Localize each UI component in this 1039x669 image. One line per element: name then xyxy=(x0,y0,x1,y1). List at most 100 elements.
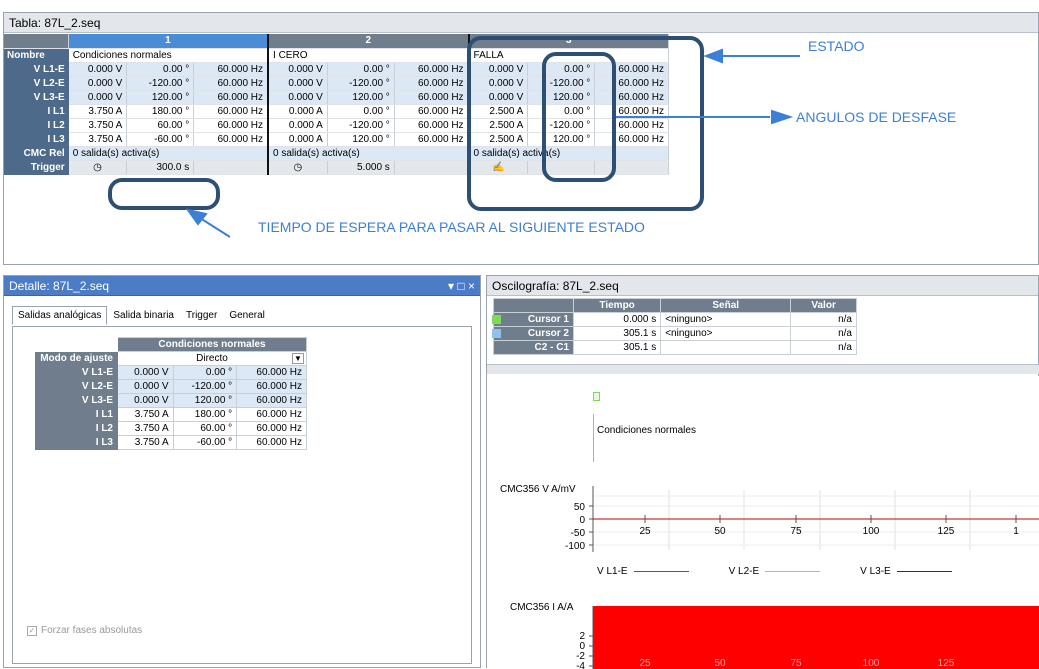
detalle-state-header: Condiciones normales xyxy=(117,337,307,352)
row-header: V L3-E xyxy=(35,393,118,408)
cursor-swatch xyxy=(492,315,501,324)
legend-label: V L2-E xyxy=(728,566,760,577)
detalle-panel: Detalle: 87L_2.seq ▾ □ × Salidas analógi… xyxy=(3,275,481,668)
cursor-row[interactable]: C2 - C1 305.1 s n/a xyxy=(492,340,857,355)
x-tick-label: 1 xyxy=(1013,526,1019,537)
table-row: I L1 3.750 A 180.00 ° 60.000 Hz xyxy=(35,407,307,422)
detalle-titlebar: Detalle: 87L_2.seq ▾ □ × xyxy=(4,276,480,296)
table-row: V L2-E 0.000 V -120.00 ° 60.000 Hz xyxy=(35,379,307,394)
table-cell[interactable]: 0.000 V xyxy=(117,393,174,408)
y-tick-label: 0 xyxy=(579,515,585,526)
table-cell[interactable]: 60.000 Hz xyxy=(236,421,307,436)
table-cell[interactable]: 60.000 Hz xyxy=(236,365,307,380)
i-plot: 20-2-4 25 50 75 100 125 xyxy=(576,606,1039,669)
cursor-row[interactable]: Cursor 1 0.000 s <ninguno> n/a xyxy=(492,312,857,327)
table-cell[interactable]: 3.750 A xyxy=(117,407,174,422)
annotation-tiempo: TIEMPO DE ESPERA PARA PASAR AL SIGUIENTE… xyxy=(258,219,645,235)
row-header: I L2 xyxy=(35,421,118,436)
table-cell[interactable]: 0.000 V xyxy=(117,365,174,380)
cursor-table[interactable]: Tiempo Señal Valor Cursor 1 0.000 s <ninguno… xyxy=(492,298,857,355)
legend-label: V L1-E xyxy=(597,566,628,577)
forzar-fases[interactable]: ✓ Forzar fases absolutas xyxy=(27,625,142,636)
state-band-label: Condiciones normales xyxy=(597,425,696,436)
modo-label: Modo de ajuste xyxy=(35,351,118,366)
x-tick-label: 50 xyxy=(714,658,726,669)
osc-plot-area: Condiciones normales CMC356 V A/mV 50 0 -5… xyxy=(487,376,1039,669)
table-cell[interactable]: 0.000 V xyxy=(117,379,174,394)
table-row: V L3-E 0.000 V 120.00 ° 60.000 Hz xyxy=(35,393,307,408)
modo-select[interactable]: Directo ▼ xyxy=(117,351,307,366)
annotation-angulos: ANGULOS DE DESFASE xyxy=(796,109,957,125)
cursor-name: C2 - C1 xyxy=(534,342,569,353)
table-cell[interactable]: 180.00 ° xyxy=(172,407,238,422)
cursor-value: n/a xyxy=(790,326,857,341)
legend-item: V L2-E xyxy=(729,566,821,577)
cursor-signal[interactable] xyxy=(660,340,792,355)
detalle-table[interactable]: Condiciones normales Modo de ajuste Dire… xyxy=(35,337,307,450)
window-controls[interactable]: ▾ □ × xyxy=(448,279,475,293)
table-cell[interactable]: -120.00 ° xyxy=(172,379,238,394)
table-row: V L1-E 0.000 V 0.00 ° 60.000 Hz xyxy=(35,365,307,380)
table-cell[interactable]: 120.00 ° xyxy=(172,393,238,408)
table-cell[interactable]: 0.00 ° xyxy=(172,365,238,380)
osc-title: Oscilografía: 87L_2.seq xyxy=(487,276,1038,296)
x-tick-label: 100 xyxy=(863,658,880,669)
v-plot: 50 0 -50 -100 25 50 75 100 125 1 xyxy=(565,486,1039,552)
table-row: I L3 3.750 A -60.00 ° 60.000 Hz xyxy=(35,435,307,450)
row-header: I L3 xyxy=(35,435,118,450)
table-cell[interactable]: 3.750 A xyxy=(117,421,174,436)
cursor-signal[interactable]: <ninguno> xyxy=(660,326,792,341)
table-cell[interactable]: 60.000 Hz xyxy=(236,379,307,394)
salidas-analogicas-body: Condiciones normales Modo de ajuste Dire… xyxy=(12,326,472,664)
table-row: I L2 3.750 A 60.00 ° 60.000 Hz xyxy=(35,421,307,436)
cursor-time[interactable]: 305.1 s xyxy=(572,340,662,355)
table-cell[interactable]: 60.000 Hz xyxy=(236,407,307,422)
x-tick-label: 75 xyxy=(790,526,802,537)
row-header: I L1 xyxy=(35,407,118,422)
row-header: V L1-E xyxy=(35,365,118,380)
detalle-title: Detalle: 87L_2.seq xyxy=(9,279,110,293)
cursor-time[interactable]: 305.1 s xyxy=(572,326,662,341)
cursor-name: Cursor 1 xyxy=(527,314,569,325)
legend-swatch xyxy=(765,571,821,572)
checkbox-icon[interactable]: ✓ xyxy=(27,625,37,636)
x-tick-label: 75 xyxy=(790,658,802,669)
table-cell[interactable]: 60.000 Hz xyxy=(236,435,307,450)
chevron-down-icon[interactable]: ▼ xyxy=(292,353,304,364)
cursor-1-marker[interactable] xyxy=(593,392,600,401)
legend-swatch xyxy=(896,571,952,572)
osc-splitter[interactable] xyxy=(487,364,1039,374)
cursor-swatch xyxy=(492,343,501,352)
detalle-tabs: Salidas analógicas Salida binaria Trigge… xyxy=(12,306,271,325)
cursor-time[interactable]: 0.000 s xyxy=(572,312,662,327)
tab-general[interactable]: General xyxy=(223,306,271,325)
cursor-value: n/a xyxy=(790,312,857,327)
cursor-name: Cursor 2 xyxy=(527,328,569,339)
i-trace-fill xyxy=(593,606,1039,669)
table-cell[interactable]: 60.000 Hz xyxy=(236,393,307,408)
tab-trigger[interactable]: Trigger xyxy=(180,306,223,325)
table-cell[interactable]: 60.00 ° xyxy=(172,421,238,436)
x-tick-label: 125 xyxy=(938,526,955,537)
x-tick-label: 25 xyxy=(639,526,651,537)
annotation-estado: ESTADO xyxy=(808,38,865,54)
tab-salidas-analogicas[interactable]: Salidas analógicas xyxy=(12,306,108,325)
legend-item: V L3-E xyxy=(860,566,952,577)
x-tick-label: 100 xyxy=(863,526,880,537)
cursor-signal[interactable]: <ninguno> xyxy=(660,312,792,327)
cursor-value: n/a xyxy=(790,340,857,355)
table-cell[interactable]: 3.750 A xyxy=(117,435,174,450)
y-tick-label: 50 xyxy=(574,502,586,513)
cursor-row[interactable]: Cursor 2 305.1 s <ninguno> n/a xyxy=(492,326,857,341)
table-cell[interactable]: -60.00 ° xyxy=(172,435,238,450)
v-legend: V L1-E V L2-E V L3-E xyxy=(597,566,952,577)
legend-swatch xyxy=(633,571,689,572)
x-tick-label: 25 xyxy=(639,658,651,669)
y-tick-label: -100 xyxy=(565,541,585,552)
x-tick-label: 125 xyxy=(938,658,955,669)
oscilografia-panel: Oscilografía: 87L_2.seq Tiempo Señal Valor… xyxy=(486,275,1039,669)
tab-salida-binaria[interactable]: Salida binaria xyxy=(107,306,180,325)
y-tick-label: -50 xyxy=(571,528,586,539)
row-header: V L2-E xyxy=(35,379,118,394)
cursor-swatch xyxy=(492,329,501,338)
